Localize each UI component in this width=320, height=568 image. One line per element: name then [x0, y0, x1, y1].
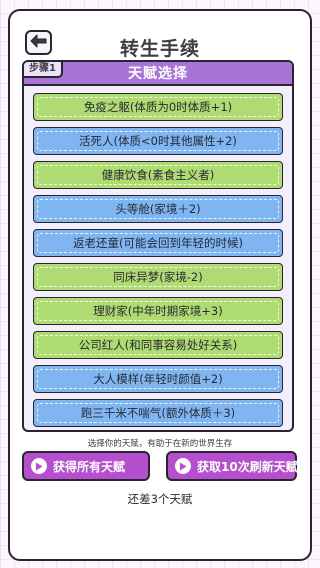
talent-panel: 天赋选择 步骤1 免疫之躯(体质为0时体质+1) 活死人(体质<0时其他属性+2… — [22, 60, 294, 432]
get-all-talents-button[interactable]: 获得所有天赋 — [22, 451, 150, 481]
remaining-count-text: 还差3个天赋 — [127, 492, 193, 506]
talent-option[interactable]: 健康饮食(素食主义者) — [33, 161, 283, 189]
step-tag: 步骤1 — [24, 62, 63, 78]
refresh-talents-label: 获取10次刷新天赋 — [197, 459, 298, 474]
talent-option[interactable]: 返老还童(可能会回到年轻的时候) — [33, 229, 283, 257]
talent-option[interactable]: 理财家(中年时期家境+3) — [33, 297, 283, 325]
play-video-icon — [175, 458, 191, 474]
talent-list: 免疫之躯(体质为0时体质+1) 活死人(体质<0时其他属性+2) 健康饮食(素食… — [33, 93, 283, 430]
talent-option[interactable]: 大人模样(年轻时颜值+2) — [33, 365, 283, 393]
talent-option[interactable]: 免疫之躯(体质为0时体质+1) — [33, 93, 283, 121]
talent-option[interactable]: 公司红人(和同事容易处好关系) — [33, 331, 283, 359]
talent-option[interactable]: 跑三千米不喘气(额外体质＋3) — [33, 399, 283, 427]
get-all-talents-label: 获得所有天赋 — [53, 459, 126, 474]
hint-text: 选择你的天赋，有助于在新的世界生存 — [87, 439, 233, 449]
talent-option[interactable]: 头等舱(家境＋2) — [33, 195, 283, 223]
panel-header: 天赋选择 — [24, 62, 292, 86]
panel-title: 天赋选择 — [128, 66, 188, 82]
talent-option[interactable]: 同床异梦(家境-2) — [33, 263, 283, 291]
play-video-icon — [31, 458, 47, 474]
talent-option[interactable]: 活死人(体质<0时其他属性+2) — [33, 127, 283, 155]
page-title: 转生手续 — [119, 38, 200, 60]
refresh-talents-button[interactable]: 获取10次刷新天赋 — [166, 451, 298, 481]
